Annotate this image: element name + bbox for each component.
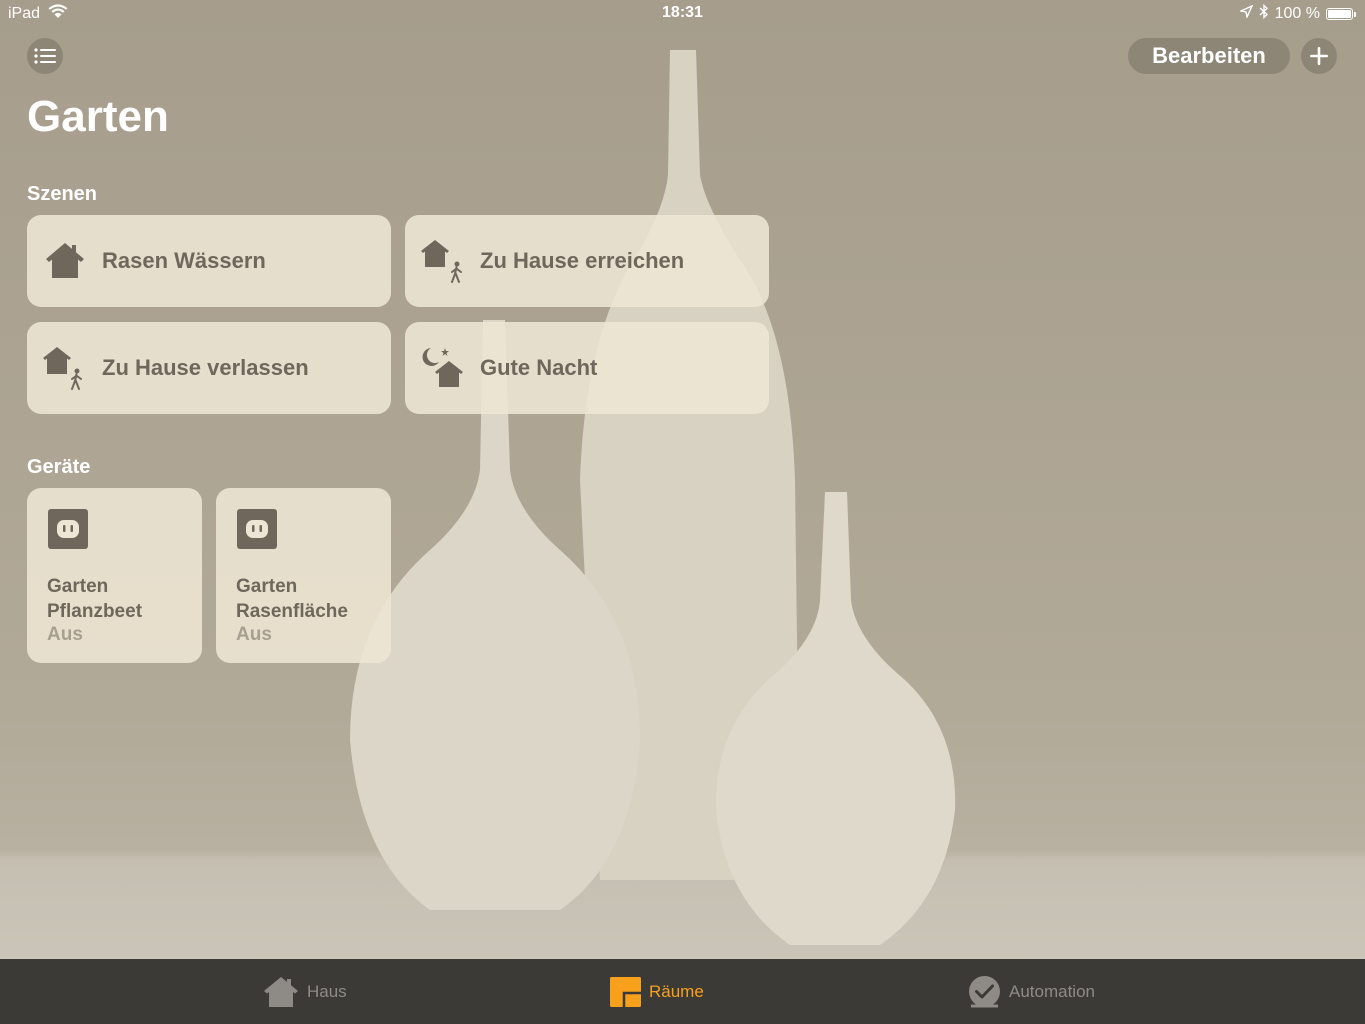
- device-name-line2: Pflanzbeet: [47, 601, 143, 622]
- automation-tab-icon: [969, 976, 1000, 1008]
- scene-tile-gute-nacht[interactable]: Gute Nacht: [405, 322, 769, 414]
- status-bar: iPad 18:31 100 %: [0, 0, 1365, 28]
- battery-level: [1328, 10, 1351, 18]
- bluetooth-icon: [1259, 3, 1269, 24]
- tab-bar: Haus Räume Automation: [0, 959, 1365, 1024]
- background-vases-image: [350, 50, 956, 945]
- outlet-icon: [48, 509, 88, 549]
- scene-tile-zu-hause-erreichen[interactable]: Zu Hause erreichen: [405, 215, 769, 307]
- device-name-line2: Rasenfläche: [236, 601, 348, 622]
- tab-automation[interactable]: Automation: [968, 959, 1095, 1024]
- edit-button[interactable]: Bearbeiten: [1128, 38, 1290, 74]
- device-name-line1: Garten: [47, 576, 109, 597]
- rooms-tab-icon: [610, 976, 641, 1007]
- device-status: Aus: [47, 624, 83, 645]
- scene-label: Rasen Wässern: [102, 248, 266, 273]
- list-icon: [34, 48, 56, 64]
- scene-label: Gute Nacht: [480, 355, 598, 380]
- device-status: Aus: [236, 624, 272, 645]
- device-name: Garten Rasenfläche: [236, 574, 386, 624]
- page-title: Garten: [27, 92, 169, 141]
- arrive-home-icon: [421, 240, 462, 283]
- status-time: 18:31: [662, 4, 703, 21]
- house-icon: [46, 243, 84, 278]
- device-tile-garten-rasenflaeche[interactable]: Garten Rasenfläche Aus: [216, 488, 391, 663]
- outlet-icon: [237, 509, 277, 549]
- leave-home-icon: [43, 347, 82, 390]
- tab-label: Haus: [307, 981, 347, 1001]
- device-name: Garten Pflanzbeet: [47, 574, 197, 624]
- scene-label: Zu Hause erreichen: [480, 248, 685, 273]
- tab-label: Räume: [649, 981, 704, 1001]
- device-name-line1: Garten: [236, 576, 298, 597]
- add-button[interactable]: [1301, 38, 1337, 74]
- plus-icon: [1310, 47, 1328, 65]
- scene-tile-zu-hause-verlassen[interactable]: Zu Hause verlassen: [27, 322, 391, 414]
- scenes-section-label: Szenen: [27, 183, 98, 205]
- scene-label: Zu Hause verlassen: [102, 355, 309, 380]
- tab-label: Automation: [1009, 981, 1095, 1001]
- tab-raeume[interactable]: Räume: [610, 959, 704, 1024]
- battery-icon: [1326, 8, 1356, 20]
- scene-tile-rasen-waessern[interactable]: Rasen Wässern: [27, 215, 391, 307]
- list-menu-button[interactable]: [27, 38, 63, 74]
- good-night-icon: [422, 348, 463, 387]
- tab-haus[interactable]: Haus: [263, 959, 347, 1024]
- location-arrow-icon: [1238, 4, 1254, 23]
- battery-percent: 100 %: [1274, 5, 1320, 22]
- device-tile-garten-pflanzbeet[interactable]: Garten Pflanzbeet Aus: [27, 488, 202, 663]
- home-app-screen: iPad 18:31 100 % Bearbeiten Garten Szene…: [0, 0, 1365, 1024]
- home-tab-icon: [264, 976, 298, 1007]
- devices-section-label: Geräte: [27, 456, 91, 478]
